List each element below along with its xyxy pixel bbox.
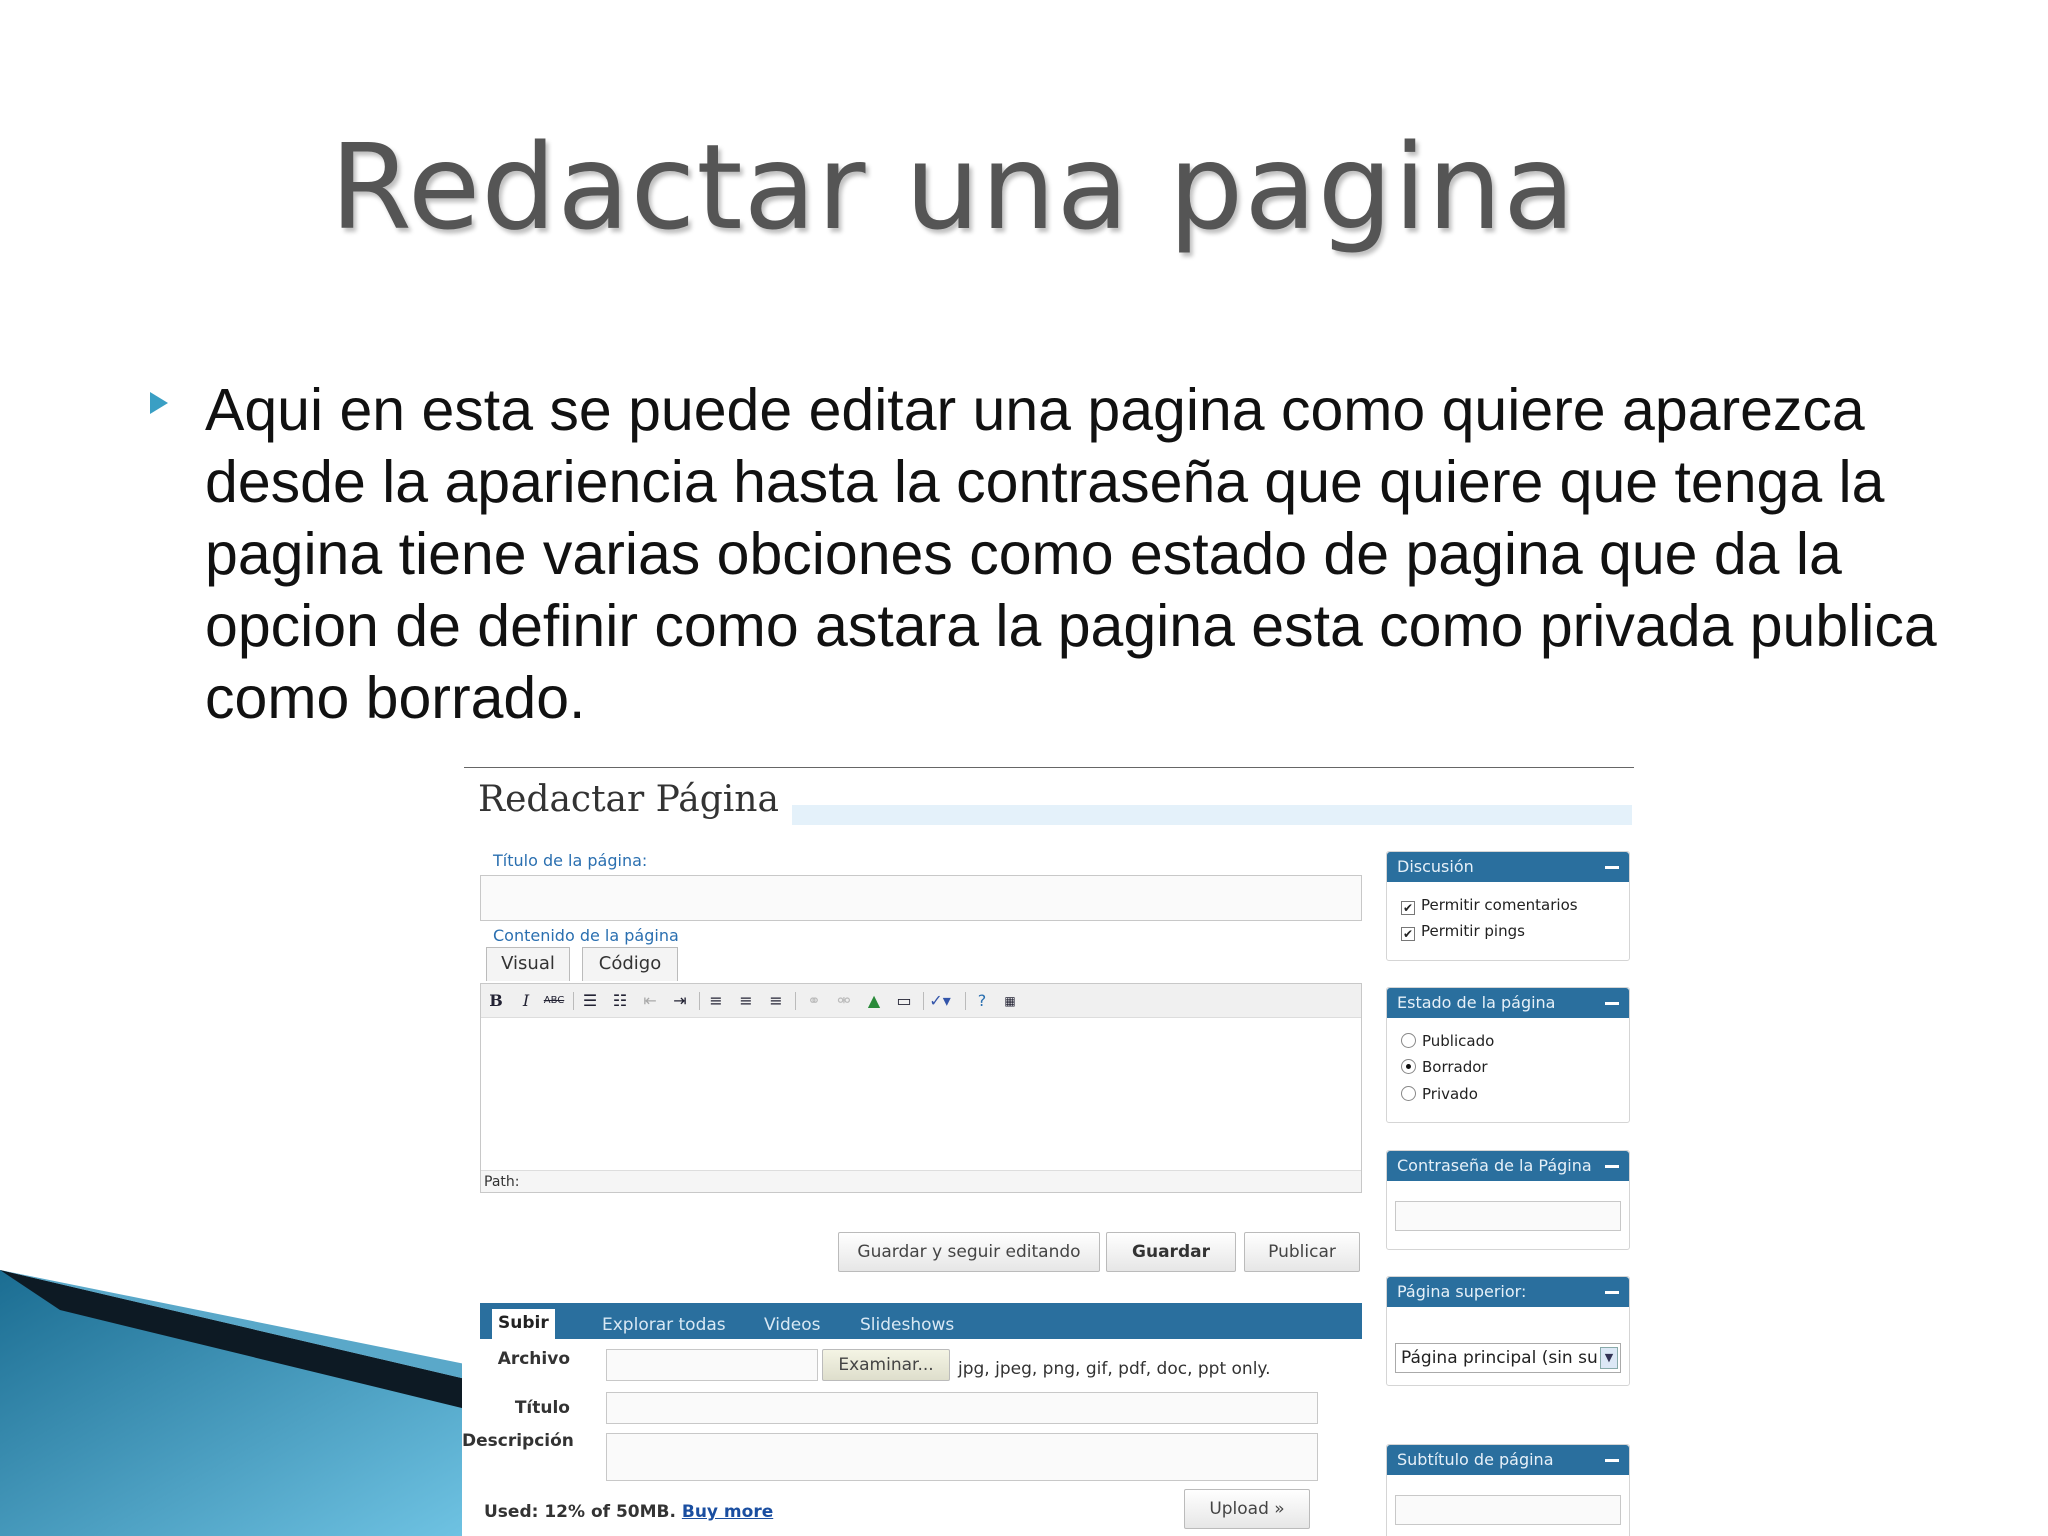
browse-button[interactable]: Examinar... — [822, 1349, 950, 1381]
discussion-box: Discusión ✔ Permitir comentarios ✔ Permiti… — [1386, 851, 1630, 961]
password-box: Contraseña de la Página — [1386, 1150, 1630, 1250]
tab-videos[interactable]: Videos — [764, 1315, 821, 1335]
parent-page-value: Página principal (sin su — [1401, 1348, 1598, 1368]
heading-band — [792, 805, 1632, 825]
content-editor[interactable]: B I ABC ☰ ☷ ⇤ ⇥ ≡ ≡ ≡ ⚭ ⚮ ▲ ▭ ✓▾ ? ▦ Pat… — [480, 983, 1362, 1193]
radio-icon[interactable] — [1401, 1086, 1416, 1101]
status-private-option[interactable]: Privado — [1401, 1085, 1478, 1103]
collapse-icon[interactable] — [1605, 1459, 1619, 1462]
usage-text: Used: 12% of 50MB. — [484, 1502, 676, 1522]
bullet-marker — [150, 392, 168, 414]
tab-visual[interactable]: Visual — [486, 947, 570, 981]
status-private-label: Privado — [1422, 1085, 1478, 1103]
help-icon[interactable]: ? — [971, 990, 993, 1012]
tab-code[interactable]: Código — [582, 947, 678, 981]
divider — [464, 767, 1634, 768]
file-label: Archivo — [497, 1349, 570, 1369]
more-break-icon[interactable]: ▭ — [893, 990, 915, 1012]
align-center-icon[interactable]: ≡ — [735, 990, 757, 1012]
parent-page-box: Página superior: Página principal (sin s… — [1386, 1276, 1630, 1386]
status-box: Estado de la página Publicado Borrador P… — [1386, 987, 1630, 1123]
outdent-icon[interactable]: ⇤ — [639, 990, 661, 1012]
checkbox-checked-icon[interactable]: ✔ — [1401, 927, 1415, 941]
unlink-icon[interactable]: ⚮ — [833, 990, 855, 1012]
subtitle-header: Subtítulo de página — [1387, 1445, 1629, 1475]
buy-more-link[interactable]: Buy more — [682, 1502, 773, 1522]
numbered-list-icon[interactable]: ☷ — [609, 990, 631, 1012]
editor-toolbar: B I ABC ☰ ☷ ⇤ ⇥ ≡ ≡ ≡ ⚭ ⚮ ▲ ▭ ✓▾ ? ▦ — [481, 984, 1361, 1018]
upload-title-input[interactable] — [606, 1392, 1318, 1424]
tab-slideshows[interactable]: Slideshows — [860, 1315, 954, 1335]
description-label: Descripción — [462, 1431, 574, 1451]
corner-decoration — [0, 1270, 470, 1536]
checkbox-checked-icon[interactable]: ✔ — [1401, 901, 1415, 915]
indent-icon[interactable]: ⇥ — [669, 990, 691, 1012]
subtitle-box: Subtítulo de página — [1386, 1444, 1630, 1536]
file-input[interactable] — [606, 1349, 818, 1381]
allow-pings-option[interactable]: ✔ Permitir pings — [1401, 922, 1525, 941]
kitchen-sink-icon[interactable]: ▦ — [999, 990, 1021, 1012]
upload-title-label: Título — [514, 1398, 570, 1418]
collapse-icon[interactable] — [1605, 1165, 1619, 1168]
status-title: Estado de la página — [1397, 993, 1556, 1012]
parent-page-select[interactable]: Página principal (sin su ▼ — [1395, 1343, 1621, 1373]
collapse-icon[interactable] — [1605, 1002, 1619, 1005]
status-header: Estado de la página — [1387, 988, 1629, 1018]
bullet-text: Aqui en esta se puede editar una pagina … — [205, 377, 1937, 731]
formats-note: jpg, jpeg, png, gif, pdf, doc, ppt only. — [958, 1359, 1271, 1379]
upload-tabs-bar: Subir Explorar todas Videos Slideshows — [480, 1303, 1362, 1339]
description-textarea[interactable] — [606, 1433, 1318, 1481]
bullet-list-icon[interactable]: ☰ — [579, 990, 601, 1012]
image-icon[interactable]: ▲ — [863, 990, 885, 1012]
upload-button[interactable]: Upload » — [1184, 1489, 1310, 1529]
page-password-input[interactable] — [1395, 1201, 1621, 1231]
discussion-header: Discusión — [1387, 852, 1629, 882]
allow-comments-option[interactable]: ✔ Permitir comentarios — [1401, 896, 1578, 915]
slide-title: Redactar una pagina — [330, 118, 1577, 256]
password-title: Contraseña de la Página — [1397, 1156, 1592, 1175]
radio-icon[interactable] — [1401, 1033, 1416, 1048]
chevron-down-icon[interactable]: ▼ — [1600, 1347, 1618, 1369]
status-published-label: Publicado — [1422, 1032, 1495, 1050]
status-draft-label: Borrador — [1422, 1058, 1488, 1076]
title-label: Título de la página: — [493, 851, 648, 870]
page-title-input[interactable] — [480, 875, 1362, 921]
wordpress-editor-screenshot: Redactar Página Título de la página: Con… — [462, 765, 1634, 1536]
password-header: Contraseña de la Página — [1387, 1151, 1629, 1181]
radio-selected-icon[interactable] — [1401, 1059, 1416, 1074]
storage-usage: Used: 12% of 50MB. Buy more — [484, 1502, 773, 1522]
parent-page-header: Página superior: — [1387, 1277, 1629, 1307]
align-right-icon[interactable]: ≡ — [765, 990, 787, 1012]
status-published-option[interactable]: Publicado — [1401, 1032, 1494, 1050]
save-button[interactable]: Guardar — [1106, 1232, 1236, 1272]
save-continue-button[interactable]: Guardar y seguir editando — [838, 1232, 1100, 1272]
tab-upload[interactable]: Subir — [492, 1309, 555, 1339]
parent-page-title: Página superior: — [1397, 1282, 1527, 1301]
content-label: Contenido de la página — [493, 926, 679, 945]
link-icon[interactable]: ⚭ — [803, 990, 825, 1012]
editor-heading: Redactar Página — [478, 779, 779, 820]
discussion-title: Discusión — [1397, 857, 1474, 876]
spellcheck-icon[interactable]: ✓▾ — [929, 990, 951, 1012]
collapse-icon[interactable] — [1605, 866, 1619, 869]
page-subtitle-input[interactable] — [1395, 1495, 1621, 1525]
italic-icon[interactable]: I — [515, 990, 537, 1012]
strikethrough-icon[interactable]: ABC — [543, 990, 565, 1012]
allow-pings-label: Permitir pings — [1421, 922, 1525, 940]
collapse-icon[interactable] — [1605, 1291, 1619, 1294]
status-draft-option[interactable]: Borrador — [1401, 1058, 1488, 1076]
subtitle-title: Subtítulo de página — [1397, 1450, 1554, 1469]
bold-icon[interactable]: B — [485, 990, 507, 1012]
path-bar: Path: — [481, 1170, 1361, 1192]
publish-button[interactable]: Publicar — [1244, 1232, 1360, 1272]
tab-browse-all[interactable]: Explorar todas — [602, 1315, 726, 1335]
align-left-icon[interactable]: ≡ — [705, 990, 727, 1012]
allow-comments-label: Permitir comentarios — [1421, 896, 1578, 914]
